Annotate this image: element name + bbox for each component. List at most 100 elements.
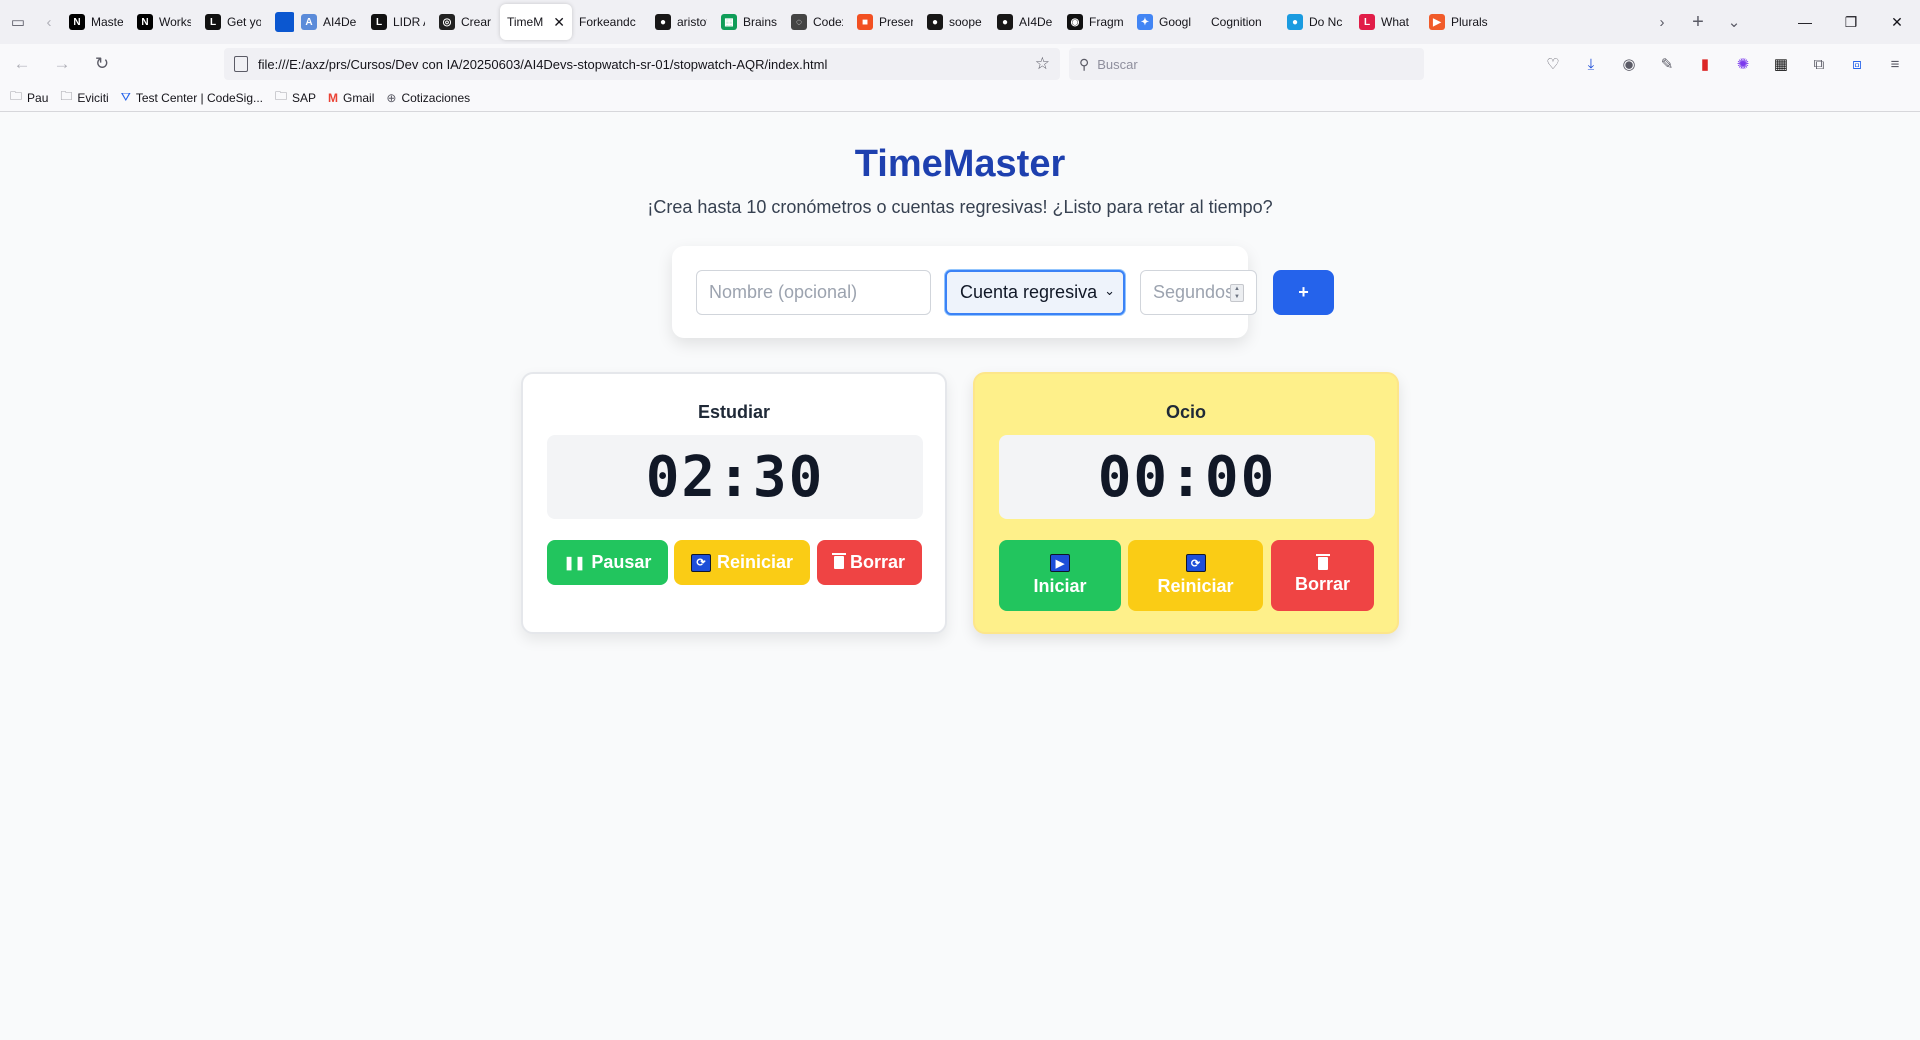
- bookmark-item[interactable]: ⛛ Test Center | CodeSig...: [121, 90, 263, 105]
- bookmark-item[interactable]: 🗀 SAP: [275, 87, 316, 108]
- new-tab-icon[interactable]: +: [1680, 4, 1716, 40]
- scroll-tabs-left-icon[interactable]: ‹: [36, 4, 62, 40]
- reload-icon[interactable]: ↻: [84, 48, 120, 80]
- sheets-icon: ▦: [721, 14, 737, 30]
- extension-gear-icon[interactable]: ✺: [1724, 48, 1762, 80]
- search-bar[interactable]: ⚲ Buscar: [1069, 48, 1424, 80]
- tab-label: Codex: [813, 15, 843, 29]
- window-controls: › + ⌄ — ❐ ✕: [1644, 0, 1920, 44]
- pause-button[interactable]: ❚❚ Pausar: [547, 540, 668, 585]
- forward-icon[interactable]: →: [44, 48, 80, 80]
- reset-button-label: Reiniciar: [716, 552, 794, 572]
- browser-tab[interactable]: ● Do Nc: [1280, 5, 1352, 39]
- browser-tab[interactable]: A AI4De: [294, 5, 364, 39]
- pocket-icon[interactable]: ♡: [1534, 48, 1572, 80]
- l-icon: L: [1359, 14, 1375, 30]
- reset-button[interactable]: ⟳ Reiniciar: [674, 540, 810, 585]
- browser-tab[interactable]: ◉ Fragm: [1060, 5, 1130, 39]
- url-bar[interactable]: file:///E:/axz/prs/Cursos/Dev con IA/202…: [224, 48, 1060, 80]
- trash-icon: [1315, 553, 1330, 570]
- tab-label: Preser: [879, 15, 913, 29]
- folder-icon: 🗀: [275, 89, 288, 103]
- github-icon: ●: [927, 14, 943, 30]
- downloads-icon[interactable]: ⤓: [1572, 48, 1610, 80]
- bookmark-item[interactable]: M Gmail: [328, 91, 374, 105]
- browser-tab[interactable]: ✦ Googl: [1130, 5, 1204, 39]
- codesignal-icon: ⛛: [120, 90, 131, 104]
- bookmark-star-icon[interactable]: ☆: [1035, 54, 1050, 74]
- browser-tab[interactable]: L Get yo: [198, 5, 268, 39]
- scroll-tabs-right-icon[interactable]: ›: [1644, 4, 1680, 40]
- browser-tab[interactable]: N Works: [130, 5, 198, 39]
- browser-tab-bar: ▭ ‹ N Maste N Works L Get yo A AI4De L LIDR A ◎ Cre…: [0, 0, 1920, 44]
- minimize-icon[interactable]: —: [1782, 0, 1828, 44]
- browser-tab[interactable]: ▦ Brains: [714, 5, 784, 39]
- bookmark-label: Pau: [27, 90, 49, 105]
- browser-tab[interactable]: Cognition: [1204, 5, 1280, 39]
- tab-label: Crear: [461, 15, 492, 29]
- number-spinner-icon[interactable]: ▲ ▼: [1230, 284, 1244, 302]
- browser-tab[interactable]: TimeMa ✕: [500, 4, 572, 40]
- browser-tab[interactable]: L LIDR A: [364, 5, 432, 39]
- search-icon: ⚲: [1079, 55, 1090, 72]
- timer-name: Estudiar: [697, 402, 771, 422]
- bookmark-item[interactable]: 🗀 Pau: [10, 87, 48, 108]
- page-subtitle: ¡Crea hasta 10 cronómetros o cuentas reg…: [647, 197, 1273, 217]
- tab-dropdown-icon[interactable]: ⌄: [1716, 4, 1752, 40]
- extension-grid-icon[interactable]: ▦: [1762, 48, 1800, 80]
- browser-tab[interactable]: ◌ Codex: [784, 5, 850, 39]
- timer-name-input[interactable]: [696, 270, 931, 315]
- tab-list-icon[interactable]: ▭: [0, 4, 36, 40]
- reset-icon: ⟳: [1185, 554, 1206, 572]
- browser-tab[interactable]: ● AI4De: [990, 5, 1060, 39]
- play-icon: ▶: [1050, 554, 1070, 572]
- ai4devs-icon: A: [301, 14, 317, 30]
- restore-icon[interactable]: ❐: [1828, 0, 1874, 44]
- bookmark-item[interactable]: 🗀 Eviciti: [60, 87, 108, 108]
- browser-tab[interactable]: L What: [1352, 5, 1422, 39]
- tab-label: Get yo: [227, 15, 261, 29]
- browser-tab[interactable]: N Maste: [62, 5, 130, 39]
- browser-tab[interactable]: ◎ Crear: [432, 5, 500, 39]
- browser-tab[interactable]: ● soope: [920, 5, 990, 39]
- bookmark-label: Cotizaciones: [401, 90, 471, 105]
- extension-red-icon[interactable]: ▮: [1686, 48, 1724, 80]
- translate-icon[interactable]: ⧈: [1838, 48, 1876, 80]
- menu-icon[interactable]: ≡: [1876, 48, 1914, 80]
- page-title: TimeMaster: [854, 143, 1066, 185]
- page-content: TimeMaster ¡Crea hasta 10 cronómetros o …: [0, 113, 1920, 1040]
- browser-tab[interactable]: ▶ Plurals: [1422, 5, 1498, 39]
- delete-button[interactable]: Borrar: [1271, 540, 1374, 611]
- start-button[interactable]: ▶ Iniciar: [999, 540, 1121, 611]
- eyedropper-icon[interactable]: ✎: [1648, 48, 1686, 80]
- browser-nav-bar: ← → ↻ file:///E:/axz/prs/Cursos/Dev con …: [0, 44, 1920, 84]
- tab-label: Maste: [91, 15, 123, 29]
- page-icon: [234, 56, 248, 72]
- delete-button[interactable]: Borrar: [817, 540, 922, 585]
- bookmark-item[interactable]: ⊕ Cotizaciones: [386, 91, 470, 105]
- github-icon: ●: [655, 14, 671, 30]
- tab-strip: N Maste N Works L Get yo A AI4De L LIDR A ◎ Crear Ti…: [62, 0, 1498, 44]
- browser-tab[interactable]: ● aristot: [648, 5, 714, 39]
- timer-type-select[interactable]: Cuenta regresiva ⌄: [945, 270, 1125, 315]
- close-window-icon[interactable]: ✕: [1874, 0, 1920, 44]
- globe-icon: ⊕: [386, 90, 397, 105]
- account-icon[interactable]: ◉: [1610, 48, 1648, 80]
- browser-tab[interactable]: ■ Preser: [850, 5, 920, 39]
- reset-icon: ⟳: [690, 553, 711, 572]
- tab-label: Works: [159, 15, 191, 29]
- extensions-icon[interactable]: ⧉: [1800, 48, 1838, 80]
- tab-label: Googl: [1159, 15, 1192, 29]
- lidr-icon: L: [371, 14, 387, 30]
- back-icon[interactable]: ←: [4, 48, 40, 80]
- tab-label: Do Nc: [1309, 15, 1343, 29]
- seconds-input[interactable]: Segundos ▲ ▼: [1140, 270, 1257, 315]
- reset-button[interactable]: ⟳ Reiniciar: [1128, 540, 1263, 611]
- tab-label: Brains: [743, 15, 777, 29]
- tab-label: Forkeandc: [579, 15, 636, 29]
- browser-tab[interactable]: [268, 5, 294, 39]
- close-tab-icon[interactable]: ✕: [553, 14, 565, 31]
- add-timer-button[interactable]: +: [1273, 270, 1334, 315]
- bookmark-label: Gmail: [343, 90, 375, 105]
- browser-tab[interactable]: Forkeandc: [572, 5, 648, 39]
